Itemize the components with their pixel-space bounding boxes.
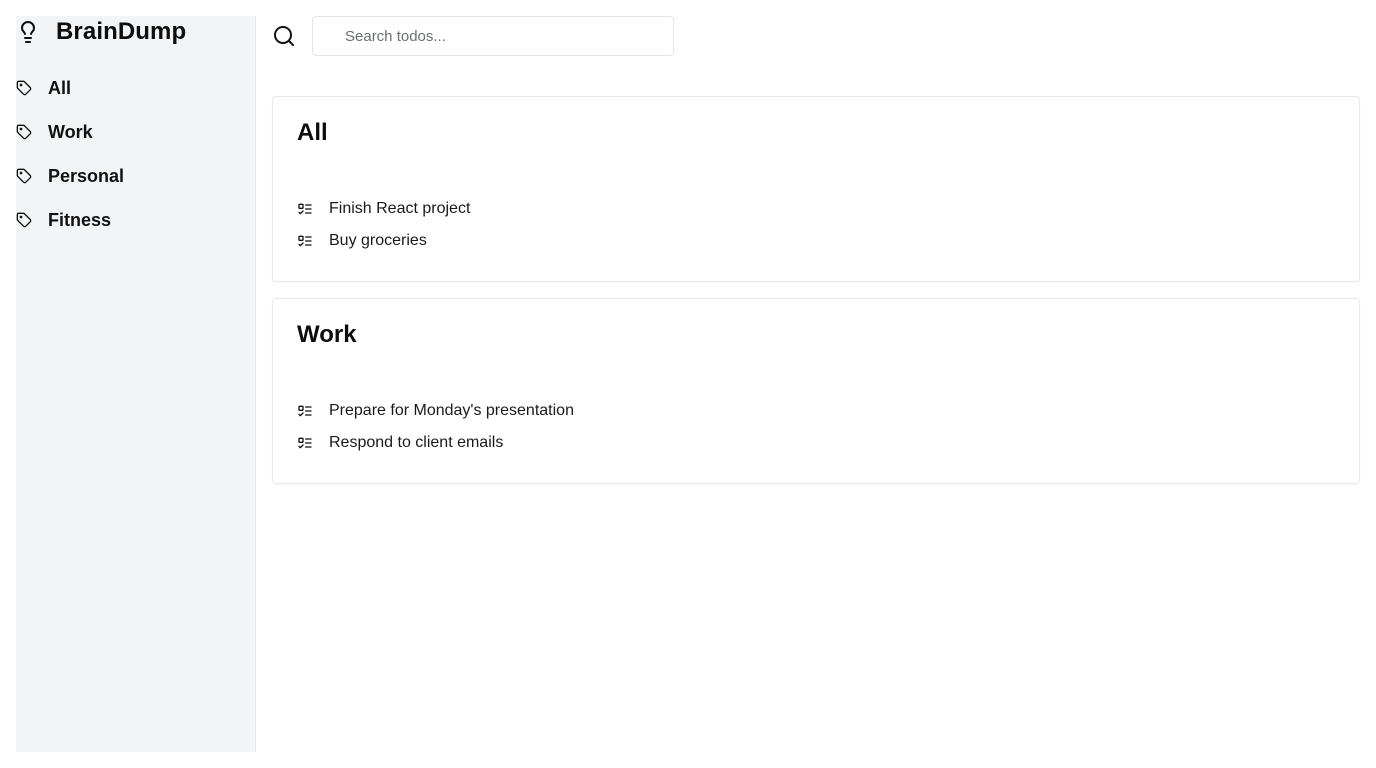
sidebar: BrainDump All Work Personal Fitness xyxy=(16,16,256,752)
list-todo-icon xyxy=(297,201,313,217)
list-todo-icon xyxy=(297,435,313,451)
lightbulb-icon xyxy=(16,20,40,44)
sidebar-item-label: Work xyxy=(48,121,93,142)
section-title: All xyxy=(297,119,328,146)
sidebar-item-label: Personal xyxy=(48,165,125,186)
sidebar-item-personal[interactable]: Personal xyxy=(16,154,255,198)
tag-icon xyxy=(16,124,32,140)
todo-text: Respond to client emails xyxy=(329,434,504,451)
app-title: BrainDump xyxy=(56,18,187,45)
sidebar-item-fitness[interactable]: Fitness xyxy=(16,198,255,242)
search-icon[interactable] xyxy=(272,24,296,48)
todo-text: Buy groceries xyxy=(329,232,427,249)
tag-icon xyxy=(16,212,32,228)
tag-icon xyxy=(16,168,32,184)
app-frame: BrainDump All Work Personal Fitness Sear… xyxy=(16,16,1360,752)
todo-item[interactable]: Respond to client emails xyxy=(297,427,574,459)
todo-section-all: All Finish React project Buy groceries xyxy=(272,96,1360,282)
search-input[interactable] xyxy=(312,16,674,56)
todo-item[interactable]: Prepare for Monday's presentation xyxy=(297,395,574,427)
list-todo-icon xyxy=(297,233,313,249)
section-title: Work xyxy=(297,321,357,348)
main-content: All Finish React project xyxy=(272,16,1360,752)
todo-item[interactable]: Buy groceries xyxy=(297,225,470,257)
list-todo-icon xyxy=(297,403,313,419)
sidebar-nav: All Work Personal Fitness xyxy=(16,66,255,242)
sidebar-item-label: All xyxy=(48,77,72,98)
todo-item[interactable]: Finish React project xyxy=(297,193,470,225)
sidebar-item-all[interactable]: All xyxy=(16,66,255,110)
todo-list: Prepare for Monday's presentation Respon… xyxy=(297,395,574,459)
sidebar-item-label: Fitness xyxy=(48,209,112,230)
brand: BrainDump xyxy=(16,16,186,48)
tag-icon xyxy=(16,80,32,96)
search-bar xyxy=(272,16,674,56)
todo-text: Finish React project xyxy=(329,200,471,217)
todo-section-work: Work Prepare for Monday's presentation R… xyxy=(272,298,1360,484)
todo-list: Finish React project Buy groceries xyxy=(297,193,470,257)
sidebar-item-work[interactable]: Work xyxy=(16,110,255,154)
todo-text: Prepare for Monday's presentation xyxy=(329,402,574,419)
